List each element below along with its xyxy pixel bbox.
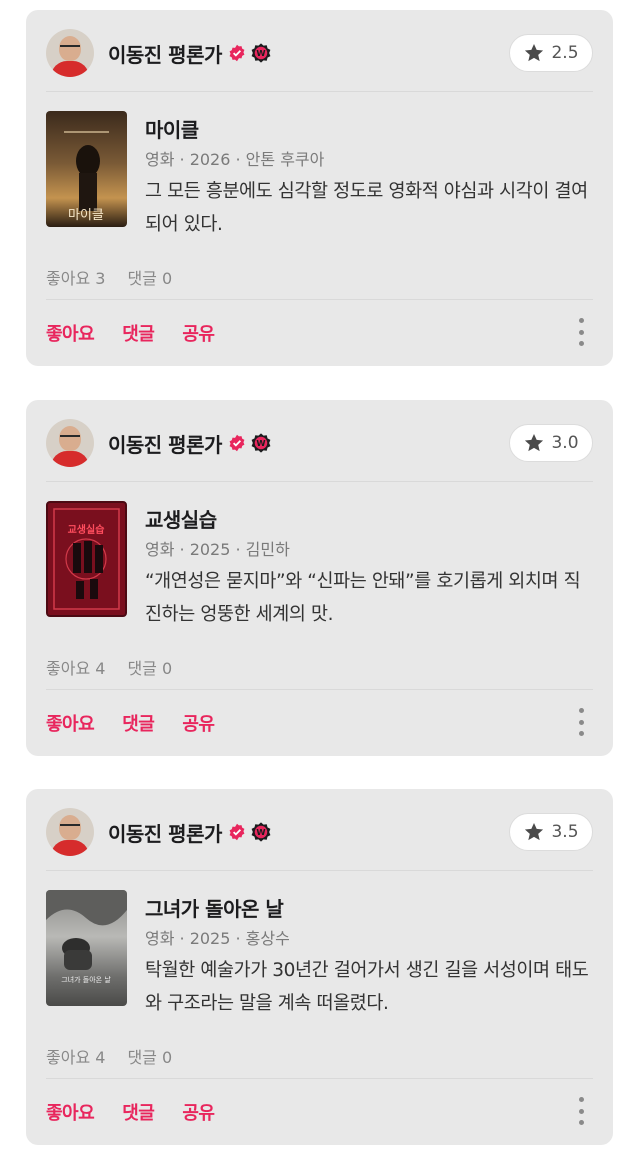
divider	[46, 91, 593, 92]
review-header: 이동진 평론가 W 3.0	[46, 418, 593, 468]
comment-button[interactable]: 댓글	[122, 710, 155, 736]
movie-meta: 영화 · 2026 · 안톤 후쿠아	[145, 150, 325, 169]
movie-title[interactable]: 그녀가 돌아온 날	[145, 893, 284, 922]
comment-button[interactable]: 댓글	[122, 1099, 155, 1125]
share-button[interactable]: 공유	[182, 1099, 215, 1125]
w-badge-icon: W	[251, 822, 271, 842]
avatar[interactable]	[46, 419, 94, 467]
verified-check-icon	[229, 823, 245, 841]
star-icon	[525, 44, 544, 62]
review-text[interactable]: “개연성은 묻지마”와 “신파는 안돼”를 호기롭게 외치며 직진하는 엉뚱한 …	[145, 565, 595, 631]
movie-meta: 영화 · 2025 · 홍상수	[145, 929, 290, 948]
rating-value: 2.5	[551, 43, 579, 63]
divider	[46, 870, 593, 871]
share-button[interactable]: 공유	[182, 320, 215, 346]
movie-poster[interactable]: 교생실습	[46, 501, 127, 617]
review-header: 이동진 평론가 W 3.5	[46, 807, 593, 857]
divider	[46, 481, 593, 482]
rating-badge: 2.5	[509, 34, 593, 72]
engagement-counts: 좋아요 3 댓글 0	[46, 265, 172, 289]
engagement-counts: 좋아요 4 댓글 0	[46, 1044, 172, 1068]
like-count[interactable]: 좋아요 3	[46, 269, 105, 288]
like-button[interactable]: 좋아요	[46, 1099, 95, 1125]
divider	[46, 299, 593, 300]
svg-text:W: W	[256, 48, 265, 58]
movie-poster[interactable]: 그녀가 돌아온 날	[46, 890, 127, 1006]
action-bar: 좋아요 댓글 공유	[46, 320, 242, 346]
critic-name[interactable]: 이동진 평론가	[108, 818, 222, 847]
more-vertical-icon[interactable]	[577, 708, 585, 736]
verified-check-icon	[229, 434, 245, 452]
rating-value: 3.5	[551, 822, 579, 842]
poster-title: 그녀가 돌아온 날	[61, 975, 111, 984]
review-card: 이동진 평론가 W 3.0 교생실습 교생실습 영화 · 2025 · 김민하 …	[26, 400, 613, 756]
more-vertical-icon[interactable]	[577, 318, 585, 346]
critic-name[interactable]: 이동진 평론가	[108, 39, 222, 68]
verified-check-icon	[229, 44, 245, 62]
like-count[interactable]: 좋아요 4	[46, 1048, 105, 1067]
action-bar: 좋아요 댓글 공유	[46, 710, 242, 736]
movie-title[interactable]: 마이클	[145, 114, 199, 143]
movie-meta: 영화 · 2025 · 김민하	[145, 540, 290, 559]
poster-title: 교생실습	[68, 523, 105, 536]
w-badge-icon: W	[251, 433, 271, 453]
svg-text:W: W	[256, 438, 265, 448]
action-bar: 좋아요 댓글 공유	[46, 1099, 242, 1125]
w-badge-icon: W	[251, 43, 271, 63]
engagement-counts: 좋아요 4 댓글 0	[46, 655, 172, 679]
review-header: 이동진 평론가 W 2.5	[46, 28, 593, 78]
review-card: 이동진 평론가 W 2.5 마이클 마이클 영화 · 2026 · 안톤 후쿠아…	[26, 10, 613, 366]
divider	[46, 1078, 593, 1079]
divider	[46, 689, 593, 690]
star-icon	[525, 823, 544, 841]
like-button[interactable]: 좋아요	[46, 320, 95, 346]
like-count[interactable]: 좋아요 4	[46, 659, 105, 678]
rating-badge: 3.0	[509, 424, 593, 462]
rating-badge: 3.5	[509, 813, 593, 851]
comment-button[interactable]: 댓글	[122, 320, 155, 346]
review-card: 이동진 평론가 W 3.5 그녀가 돌아온 날 그녀가 돌아온 날 영화 · 2…	[26, 789, 613, 1145]
avatar[interactable]	[46, 29, 94, 77]
movie-title[interactable]: 교생실습	[145, 504, 217, 533]
share-button[interactable]: 공유	[182, 710, 215, 736]
comment-count[interactable]: 댓글 0	[127, 1048, 172, 1067]
review-text[interactable]: 그 모든 흥분에도 심각할 정도로 영화적 야심과 시각이 결여되어 있다.	[145, 175, 595, 241]
comment-count[interactable]: 댓글 0	[127, 269, 172, 288]
star-icon	[525, 434, 544, 452]
review-text[interactable]: 탁월한 예술가가 30년간 걸어가서 생긴 길을 서성이며 태도와 구조라는 말…	[145, 954, 595, 1020]
movie-poster[interactable]: 마이클	[46, 111, 127, 227]
svg-text:W: W	[256, 827, 265, 837]
avatar[interactable]	[46, 808, 94, 856]
more-vertical-icon[interactable]	[577, 1097, 585, 1125]
rating-value: 3.0	[551, 433, 579, 453]
like-button[interactable]: 좋아요	[46, 710, 95, 736]
comment-count[interactable]: 댓글 0	[127, 659, 172, 678]
critic-name[interactable]: 이동진 평론가	[108, 429, 222, 458]
poster-title: 마이클	[68, 208, 104, 223]
